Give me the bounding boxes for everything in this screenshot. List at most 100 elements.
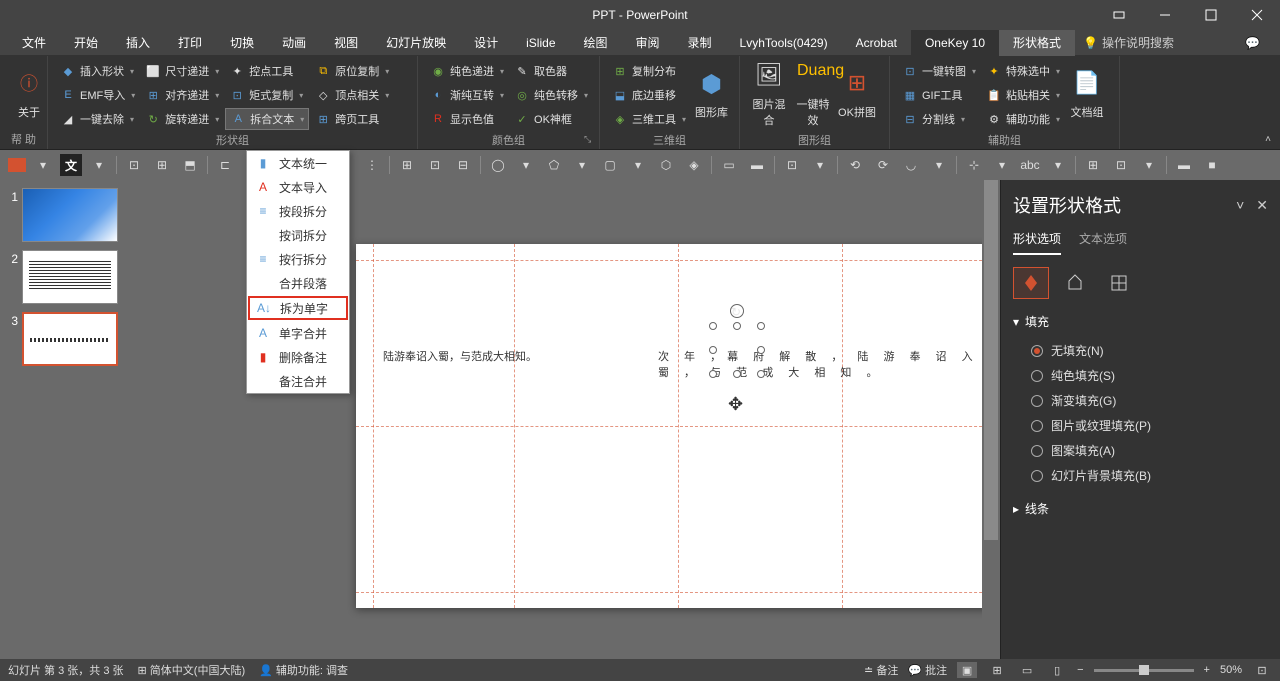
tab-record[interactable]: 录制	[674, 30, 726, 56]
collapse-ribbon-button[interactable]: ˄	[1265, 134, 1271, 145]
selection-handles[interactable]: ↻	[713, 326, 761, 374]
section-line-header[interactable]: ▸线条	[1013, 500, 1268, 517]
tab-insert[interactable]: 插入	[112, 30, 164, 56]
tab-transitions[interactable]: 切换	[216, 30, 268, 56]
divider-button[interactable]: ⊟分割线▾	[898, 108, 980, 130]
qat-btn-21[interactable]: ⟲	[844, 154, 866, 176]
ribbon-display-button[interactable]	[1096, 0, 1142, 30]
inplace-copy-button[interactable]: ⧉原位复制▾	[311, 60, 393, 82]
show-color-value-button[interactable]: R显示色值	[426, 108, 508, 130]
qat-btn-26[interactable]: ⊞	[1082, 154, 1104, 176]
insert-shape-button[interactable]: ◆插入形状▾	[56, 60, 139, 82]
qat-btn-dd23[interactable]: ▾	[928, 154, 950, 176]
tab-islide[interactable]: iSlide	[512, 30, 569, 56]
view-sorter-button[interactable]: ⊞	[987, 662, 1007, 678]
color-picker-button[interactable]: ✎取色器	[510, 60, 592, 82]
menu-split-char[interactable]: A↓拆为单字	[248, 296, 348, 320]
qat-btn-2[interactable]: ⊞	[151, 154, 173, 176]
copy-distribute-button[interactable]: ⊞复制分布	[608, 60, 690, 82]
qat-btn-22[interactable]: ⟳	[872, 154, 894, 176]
tab-print[interactable]: 打印	[164, 30, 216, 56]
fill-option-none[interactable]: 无填充(N)	[1013, 338, 1268, 363]
zoom-in-button[interactable]: +	[1204, 664, 1210, 676]
qat-btn-dd14[interactable]: ▾	[571, 154, 593, 176]
comments-button[interactable]: 💬 批注	[908, 662, 947, 678]
view-normal-button[interactable]: ▣	[957, 662, 977, 678]
about-button[interactable]: ⓘ关于	[8, 60, 50, 129]
panel-close-button[interactable]: ✕	[1256, 197, 1268, 214]
section-fill-header[interactable]: ▾填充	[1013, 313, 1268, 330]
qat-btn-dd15[interactable]: ▾	[627, 154, 649, 176]
qat-btn-23[interactable]: ◡	[900, 154, 922, 176]
panel-tab-shape-options[interactable]: 形状选项	[1013, 230, 1061, 255]
qat-btn-16[interactable]: ⬡	[655, 154, 677, 176]
split-merge-text-button[interactable]: A拆合文本▾	[225, 108, 309, 130]
gif-tool-button[interactable]: ▦GIF工具	[898, 84, 980, 106]
qat-dd1[interactable]: ▾	[32, 154, 54, 176]
tab-review[interactable]: 审阅	[622, 30, 674, 56]
tab-onekey[interactable]: OneKey 10	[911, 30, 999, 56]
qat-btn-9[interactable]: ⋮	[361, 154, 383, 176]
matrix-copy-button[interactable]: ⊡矩式复制▾	[225, 84, 309, 106]
panel-dropdown-button[interactable]: ˅	[1236, 197, 1244, 214]
tab-lvyhtools[interactable]: LvyhTools(0429)	[726, 30, 842, 56]
thumbnail-2[interactable]	[22, 250, 118, 304]
image-blend-button[interactable]: 🖼图片混合	[748, 60, 790, 130]
minimize-button[interactable]	[1142, 0, 1188, 30]
size-progressive-button[interactable]: ⬜尺寸递进▾	[141, 60, 223, 82]
qat-btn-dd13[interactable]: ▾	[515, 154, 537, 176]
qat-btn-12[interactable]: ⊟	[452, 154, 474, 176]
solid-progressive-button[interactable]: ◉纯色递进▾	[426, 60, 508, 82]
thumbnail-1[interactable]	[22, 188, 118, 242]
zoom-out-button[interactable]: −	[1077, 664, 1083, 676]
tab-draw[interactable]: 绘图	[570, 30, 622, 56]
control-point-button[interactable]: ✦控点工具	[225, 60, 309, 82]
one-click-effect-button[interactable]: Duang一键特效	[792, 60, 834, 130]
qat-btn-dd24[interactable]: ▾	[991, 154, 1013, 176]
tab-acrobat[interactable]: Acrobat	[842, 30, 911, 56]
menu-merge-char[interactable]: A单字合并	[247, 321, 349, 345]
tell-me[interactable]: 💡操作说明搜索	[1083, 34, 1174, 51]
qat-btn-28[interactable]: ▬	[1173, 154, 1195, 176]
maximize-button[interactable]	[1188, 0, 1234, 30]
accessibility-tools-button[interactable]: ⚙辅助功能▾	[982, 108, 1064, 130]
document-group-button[interactable]: 📄文档组	[1066, 60, 1108, 130]
one-click-convert-button[interactable]: ⊡一键转图▾	[898, 60, 980, 82]
menu-merge-notes[interactable]: 备注合并	[247, 369, 349, 393]
qat-btn-4[interactable]: ⊏	[214, 154, 236, 176]
align-progressive-button[interactable]: ⊞对齐递进▾	[141, 84, 223, 106]
qat-btn-25[interactable]: abc	[1019, 154, 1041, 176]
thumbnail-3[interactable]	[22, 312, 118, 366]
view-reading-button[interactable]: ▭	[1017, 662, 1037, 678]
view-slideshow-button[interactable]: ▯	[1047, 662, 1067, 678]
vertical-scrollbar[interactable]	[982, 180, 1000, 639]
menu-text-import[interactable]: A文本导入	[247, 175, 349, 199]
panel-icon-size[interactable]	[1101, 267, 1137, 299]
notes-button[interactable]: ≐ 备注	[864, 662, 898, 678]
fill-option-pattern[interactable]: 图案填充(A)	[1013, 438, 1268, 463]
qat-btn-18[interactable]: ▭	[718, 154, 740, 176]
tab-slideshow[interactable]: 幻灯片放映	[372, 30, 460, 56]
accessibility-indicator[interactable]: 👤 辅助功能: 调查	[259, 662, 348, 678]
zoom-percent[interactable]: 50%	[1220, 664, 1242, 676]
qat-btn-24[interactable]: ⊹	[963, 154, 985, 176]
zoom-slider[interactable]	[1094, 669, 1194, 672]
gradient-solid-swap-button[interactable]: ◐渐纯互转▾	[426, 84, 508, 106]
qat-btn-dd25[interactable]: ▾	[1047, 154, 1069, 176]
qat-btn-dd27[interactable]: ▾	[1138, 154, 1160, 176]
tab-shape-format[interactable]: 形状格式	[999, 30, 1075, 56]
qat-btn-14[interactable]: ⬠	[543, 154, 565, 176]
tab-view[interactable]: 视图	[320, 30, 372, 56]
qat-fill-button[interactable]	[8, 158, 26, 172]
qat-text-button[interactable]: 文	[60, 154, 82, 176]
menu-delete-notes[interactable]: ▮删除备注	[247, 345, 349, 369]
fill-option-solid[interactable]: 纯色填充(S)	[1013, 363, 1268, 388]
qat-btn-10[interactable]: ⊞	[396, 154, 418, 176]
menu-split-line[interactable]: ≡按行拆分	[247, 247, 349, 271]
panel-icon-fill[interactable]	[1013, 267, 1049, 299]
shape-library-button[interactable]: ⬢图形库	[692, 60, 731, 130]
rotate-handle[interactable]: ↻	[730, 304, 744, 318]
color-dialog-launcher[interactable]: ⤡	[584, 134, 596, 146]
cross-page-tool-button[interactable]: ⊞跨页工具	[311, 108, 393, 130]
qat-btn-19[interactable]: ▬	[746, 154, 768, 176]
